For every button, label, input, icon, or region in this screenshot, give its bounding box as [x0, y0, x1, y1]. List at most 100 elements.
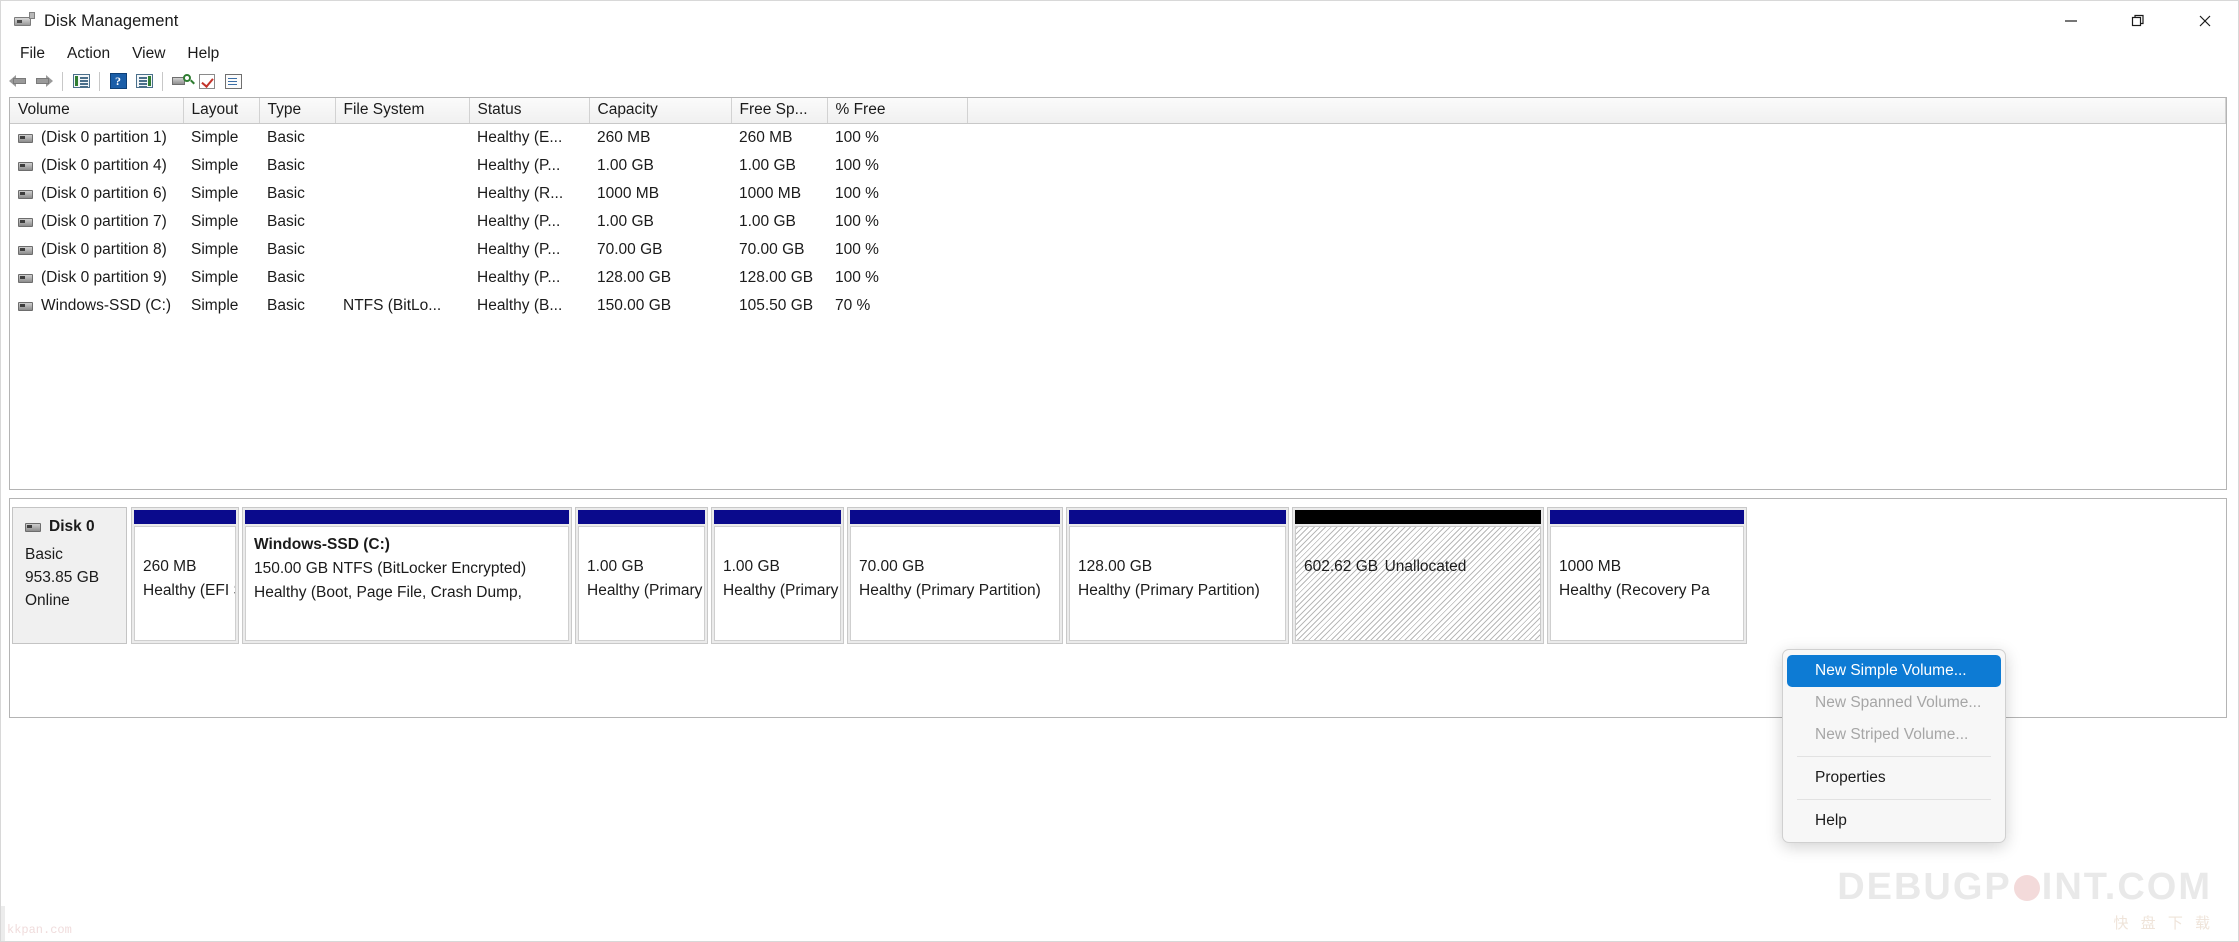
cell-volume-label: (Disk 0 partition 6): [41, 185, 167, 203]
minimize-button[interactable]: [2037, 1, 2104, 41]
export-list-button[interactable]: [220, 69, 246, 93]
menu-action[interactable]: Action: [56, 43, 121, 65]
partition-context-menu: New Simple Volume... New Spanned Volume.…: [1782, 649, 2006, 843]
partition-size: 1.00 GB: [587, 555, 704, 579]
help-button[interactable]: ?: [105, 69, 131, 93]
menu-help[interactable]: Help: [176, 43, 230, 65]
cell-filler: [967, 264, 2226, 292]
partition-block-primary-1gb-b[interactable]: 1.00 GB Healthy (Primary Part: [711, 507, 844, 644]
cell-percent-free: 100 %: [827, 152, 967, 180]
column-header-type[interactable]: Type: [259, 98, 335, 124]
partition-body: 260 MB Healthy (EFI Syst: [134, 526, 236, 641]
cell-type: Basic: [259, 152, 335, 180]
cell-type: Basic: [259, 180, 335, 208]
partition-status: Healthy (Primary Part: [723, 579, 840, 603]
cell-status: Healthy (P...: [469, 236, 589, 264]
partition-block-primary-70gb[interactable]: 70.00 GB Healthy (Primary Partition): [847, 507, 1063, 644]
partition-body: 1.00 GB Healthy (Primary Part: [714, 526, 841, 641]
partition-size: 602.62 GB: [1304, 555, 1380, 579]
disk-type: Basic: [25, 543, 118, 566]
partition-block-primary-1gb-a[interactable]: 1.00 GB Healthy (Primary Part: [575, 507, 708, 644]
partition-size: 70.00 GB: [859, 555, 1059, 579]
context-menu-item-new-spanned-volume: New Spanned Volume...: [1787, 687, 2001, 719]
column-header-capacity[interactable]: Capacity: [589, 98, 731, 124]
context-menu-item-properties[interactable]: Properties: [1787, 762, 2001, 794]
menu-view[interactable]: View: [121, 43, 176, 65]
watermark-text-left: DEBUGP: [1837, 866, 2012, 909]
cell-volume: (Disk 0 partition 4): [10, 152, 183, 180]
column-header-layout[interactable]: Layout: [183, 98, 259, 124]
cell-free-space: 1000 MB: [731, 180, 827, 208]
corner-watermark: kkpan.com: [7, 923, 72, 937]
site-watermark: DEBUGP INT.COM: [1837, 866, 2212, 909]
cell-percent-free: 100 %: [827, 264, 967, 292]
table-row[interactable]: (Disk 0 partition 6) Simple Basic Health…: [10, 180, 2226, 208]
show-hide-action-pane-button[interactable]: [131, 69, 157, 93]
show-hide-console-tree-button[interactable]: [68, 69, 94, 93]
cell-type: Basic: [259, 124, 335, 153]
column-header-file-system[interactable]: File System: [335, 98, 469, 124]
cell-file-system: NTFS (BitLo...: [335, 292, 469, 320]
watermark-o-circle: [2014, 875, 2040, 901]
close-button[interactable]: [2171, 1, 2238, 41]
column-header-percent-free[interactable]: % Free: [827, 98, 967, 124]
partition-body: 128.00 GB Healthy (Primary Partition): [1069, 526, 1286, 641]
table-row[interactable]: (Disk 0 partition 9) Simple Basic Health…: [10, 264, 2226, 292]
table-row[interactable]: (Disk 0 partition 7) Simple Basic Health…: [10, 208, 2226, 236]
context-menu-separator: [1797, 799, 1991, 800]
show-hide-console-tree-icon: [73, 74, 90, 88]
forward-arrow-icon: [35, 74, 53, 88]
partition-size: 128.00 GB: [1078, 555, 1285, 579]
menu-bar: File Action View Help: [1, 41, 2238, 67]
cell-capacity: 1.00 GB: [589, 208, 731, 236]
cell-file-system: [335, 180, 469, 208]
rescan-disks-icon: [172, 74, 191, 88]
partition-status: Healthy (Primary Part: [587, 579, 704, 603]
back-button[interactable]: [5, 69, 31, 93]
cell-file-system: [335, 236, 469, 264]
disk-info-disk0[interactable]: Disk 0 Basic 953.85 GB Online: [12, 507, 127, 644]
volume-icon: [18, 162, 33, 171]
forward-button[interactable]: [31, 69, 57, 93]
column-header-status[interactable]: Status: [469, 98, 589, 124]
partition-body: 1000 MB Healthy (Recovery Pa: [1550, 526, 1744, 641]
rescan-disks-button[interactable]: [168, 69, 194, 93]
column-header-volume[interactable]: Volume: [10, 98, 183, 124]
properties-button[interactable]: [194, 69, 220, 93]
partition-block-primary-128gb[interactable]: 128.00 GB Healthy (Primary Partition): [1066, 507, 1289, 644]
partition-color-bar: [134, 510, 236, 524]
partition-block-recovery[interactable]: 1000 MB Healthy (Recovery Pa: [1547, 507, 1747, 644]
table-row[interactable]: (Disk 0 partition 4) Simple Basic Health…: [10, 152, 2226, 180]
partition-color-bar: [714, 510, 841, 524]
context-menu-item-new-simple-volume[interactable]: New Simple Volume...: [1787, 655, 2001, 687]
table-row[interactable]: (Disk 0 partition 1) Simple Basic Health…: [10, 124, 2226, 153]
partition-color-bar: [578, 510, 705, 524]
disk-management-window: Disk Management File: [0, 0, 2239, 942]
cell-volume: (Disk 0 partition 7): [10, 208, 183, 236]
table-row[interactable]: Windows-SSD (C:) Simple Basic NTFS (BitL…: [10, 292, 2226, 320]
cell-volume-label: (Disk 0 partition 4): [41, 157, 167, 175]
disk-info-title: Disk 0: [25, 518, 118, 536]
disk-status: Online: [25, 589, 118, 612]
cell-free-space: 1.00 GB: [731, 152, 827, 180]
partition-body: 1.00 GB Healthy (Primary Part: [578, 526, 705, 641]
context-menu-item-help[interactable]: Help: [1787, 805, 2001, 837]
cell-volume: (Disk 0 partition 9): [10, 264, 183, 292]
disk-row-disk0: Disk 0 Basic 953.85 GB Online 260 MB Hea…: [10, 499, 2226, 644]
partition-block-efi[interactable]: 260 MB Healthy (EFI Syst: [131, 507, 239, 644]
volume-icon: [18, 190, 33, 199]
back-arrow-icon: [9, 74, 27, 88]
cell-volume: (Disk 0 partition 8): [10, 236, 183, 264]
restore-button[interactable]: [2104, 1, 2171, 41]
column-header-filler[interactable]: [967, 98, 2226, 124]
properties-check-icon: [199, 74, 215, 89]
volume-icon: [18, 218, 33, 227]
partition-block-unallocated[interactable]: 602.62 GB Unallocated: [1292, 507, 1544, 644]
table-row[interactable]: (Disk 0 partition 8) Simple Basic Health…: [10, 236, 2226, 264]
partition-block-windows-ssd[interactable]: Windows-SSD (C:) 150.00 GB NTFS (BitLock…: [242, 507, 572, 644]
menu-file[interactable]: File: [9, 43, 56, 65]
cell-type: Basic: [259, 264, 335, 292]
partition-body: 70.00 GB Healthy (Primary Partition): [850, 526, 1060, 641]
column-header-free-space[interactable]: Free Sp...: [731, 98, 827, 124]
cell-free-space: 128.00 GB: [731, 264, 827, 292]
